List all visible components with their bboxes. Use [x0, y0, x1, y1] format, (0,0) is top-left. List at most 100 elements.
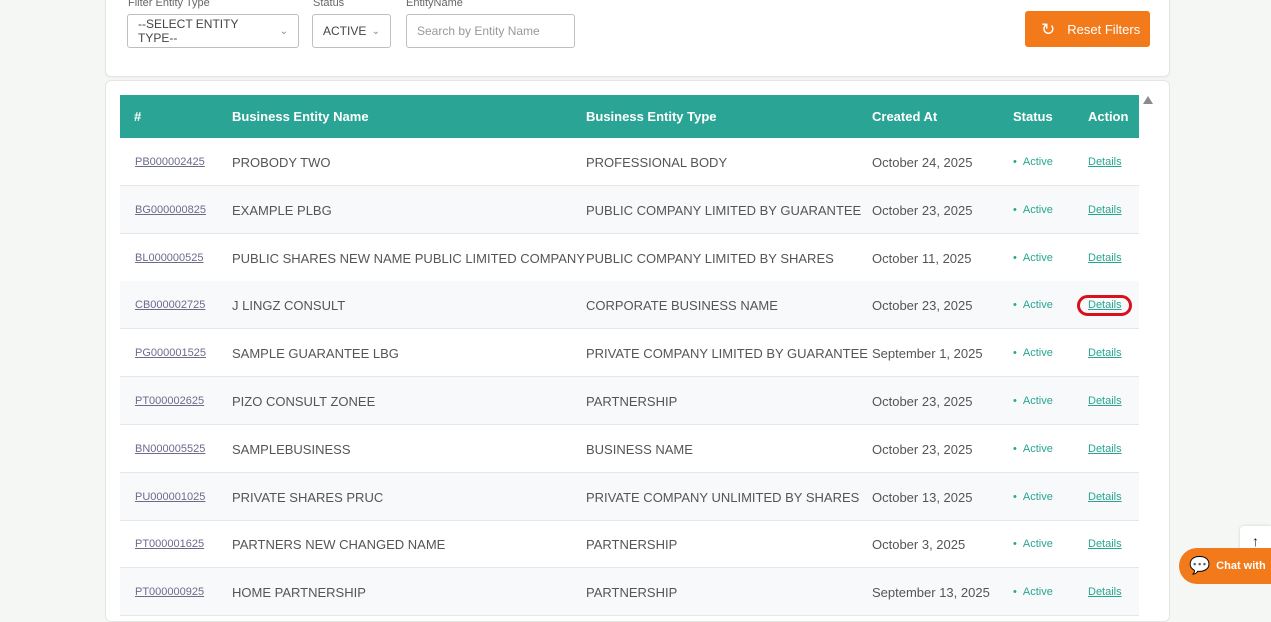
entity-name-search-input[interactable]: Search by Entity Name	[406, 14, 575, 48]
entity-code-link[interactable]: PG000001525	[135, 347, 206, 359]
entity-code-link[interactable]: BN000005525	[135, 443, 205, 455]
details-link[interactable]: Details	[1088, 395, 1122, 407]
header-created-at: Created At	[872, 109, 938, 124]
entity-code-link[interactable]: CB000002725	[135, 299, 205, 311]
entity-type-cell: PRIVATE COMPANY UNLIMITED BY SHARES	[586, 489, 860, 505]
entity-name-cell: SAMPLE GUARANTEE LBG	[232, 346, 399, 362]
table-row: PG000001525 SAMPLE GUARANTEE LBG PRIVATE C…	[120, 329, 1139, 378]
status-dot-icon: •	[1013, 203, 1017, 216]
chat-button[interactable]: 💬 Chat with	[1179, 548, 1271, 584]
chevron-down-icon: ⌄	[371, 25, 380, 37]
status-text: Active	[1022, 299, 1053, 312]
table-header: # Business Entity Name Business Entity T…	[120, 95, 1139, 138]
status-dot-icon: •	[1013, 347, 1017, 360]
entity-type-cell: PARTNERSHIP	[586, 537, 678, 553]
created-at-cell: October 13, 2025	[872, 489, 973, 505]
entity-name-cell: PARTNERS NEW CHANGED NAME	[232, 537, 446, 553]
entity-type-cell: BUSINESS NAME	[586, 441, 693, 457]
status-dot-icon: •	[1013, 586, 1017, 599]
entity-type-value: --SELECT ENTITY TYPE--	[138, 17, 239, 45]
details-link[interactable]: Details	[1088, 252, 1122, 264]
entity-type-select[interactable]: --SELECT ENTITY TYPE-- ⌄	[127, 14, 299, 48]
reset-filters-label: Reset Filters	[1067, 21, 1141, 37]
entity-name-cell: J LINGZ CONSULT	[232, 298, 346, 314]
entity-type-cell: PUBLIC COMPANY LIMITED BY GUARANTEE	[586, 202, 862, 218]
entity-type-cell: PROFESSIONAL BODY	[586, 155, 728, 170]
status-dot-icon: •	[1013, 538, 1017, 551]
status-text: Active	[1022, 395, 1053, 407]
status-text: Active	[1022, 203, 1053, 216]
status-dot-icon: •	[1013, 490, 1017, 503]
details-link[interactable]: Details	[1088, 443, 1122, 455]
details-link[interactable]: Details	[1088, 538, 1122, 550]
entity-type-cell: PARTNERSHIP	[586, 394, 678, 409]
header-action: Action	[1088, 109, 1129, 124]
reset-filters-button[interactable]: ↻ Reset Filters	[1025, 11, 1150, 47]
entity-name-placeholder: Search by Entity Name	[417, 24, 540, 38]
entity-name-cell: SAMPLEBUSINESS	[232, 441, 351, 457]
arrow-up-icon: ↑	[1252, 533, 1259, 549]
table-row: PU000001025 PRIVATE SHARES PRUC PRIVATE CO…	[120, 472, 1139, 521]
entity-type-cell: CORPORATE BUSINESS NAME	[586, 298, 778, 314]
table-row: PT000000925 HOME PARTNERSHIP PARTNERSHIP Se…	[120, 568, 1139, 617]
created-at-cell: October 23, 2025	[872, 298, 973, 314]
chevron-down-icon: ⌄	[279, 25, 288, 37]
status-dot-icon: •	[1013, 442, 1017, 455]
table-row: BL000000525 PUBLIC SHARES NEW NAME PUBLIC…	[120, 234, 1139, 282]
entity-name-cell: PUBLIC SHARES NEW NAME PUBLIC LIMITED CO…	[232, 250, 585, 266]
status-badge: • Active	[1013, 156, 1053, 168]
details-link[interactable]: Details	[1088, 204, 1122, 216]
status-text: Active	[1022, 156, 1053, 168]
entity-name-cell: PRIVATE SHARES PRUC	[232, 489, 384, 505]
status-badge: • Active	[1013, 491, 1053, 503]
status-dot-icon: •	[1013, 299, 1017, 312]
status-value: ACTIVE	[323, 24, 367, 38]
status-badge: • Active	[1013, 586, 1053, 598]
entity-type-cell: PRIVATE COMPANY LIMITED BY GUARANTEE	[586, 346, 868, 362]
status-label: Status	[313, 0, 345, 9]
details-link[interactable]: Details	[1088, 156, 1122, 168]
status-dot-icon: •	[1013, 251, 1017, 264]
status-badge: • Active	[1013, 538, 1053, 550]
header-entity-name: Business Entity Name	[232, 109, 369, 124]
status-badge: • Active	[1013, 204, 1053, 216]
created-at-cell: October 11, 2025	[872, 250, 972, 266]
details-link[interactable]: Details	[1088, 347, 1122, 359]
status-dot-icon: •	[1013, 395, 1017, 407]
status-text: Active	[1022, 538, 1053, 551]
entity-code-link[interactable]: BG000000825	[135, 204, 206, 216]
entity-code-link[interactable]: PB000002425	[135, 156, 205, 168]
created-at-cell: October 23, 2025	[872, 394, 973, 409]
entity-code-link[interactable]: PU000001025	[135, 491, 205, 503]
entity-code-link[interactable]: BL000000525	[135, 252, 204, 264]
table-row: BG000000825 EXAMPLE PLBG PUBLIC COMPANY LI…	[120, 185, 1139, 234]
entity-name-cell: PIZO CONSULT ZONEE	[232, 394, 376, 409]
table-row: BN000005525 SAMPLEBUSINESS BUSINESS NAME Oc…	[120, 425, 1139, 473]
status-text: Active	[1022, 490, 1053, 503]
sort-up-icon[interactable]	[1143, 96, 1153, 104]
entity-type-cell: PUBLIC COMPANY LIMITED BY SHARES	[586, 250, 834, 266]
status-badge: • Active	[1013, 299, 1053, 311]
status-text: Active	[1022, 347, 1053, 360]
header-status: Status	[1013, 109, 1053, 124]
table-row: PT000002625 PIZO CONSULT ZONEE PARTNERSHIP…	[120, 377, 1139, 425]
entity-code-link[interactable]: PT000000925	[135, 586, 204, 598]
status-dot-icon: •	[1013, 156, 1017, 168]
entity-name-cell: EXAMPLE PLBG	[232, 202, 332, 218]
entity-code-link[interactable]: PT000001625	[135, 538, 204, 550]
entity-code-link[interactable]: PT000002625	[135, 395, 204, 407]
created-at-cell: October 3, 2025	[872, 537, 966, 553]
refresh-icon: ↻	[1041, 19, 1056, 39]
status-badge: • Active	[1013, 347, 1053, 359]
status-badge: • Active	[1013, 395, 1053, 407]
created-at-cell: October 23, 2025	[872, 202, 973, 218]
chat-icon: 💬	[1189, 556, 1211, 575]
created-at-cell: October 23, 2025	[872, 441, 973, 457]
table-row: CB000002725 J LINGZ CONSULT CORPORATE BUSI…	[120, 281, 1139, 330]
highlight-circle	[1077, 295, 1132, 316]
details-link[interactable]: Details	[1088, 491, 1122, 503]
created-at-cell: October 24, 2025	[872, 155, 973, 170]
details-link[interactable]: Details	[1088, 586, 1122, 598]
status-text: Active	[1022, 442, 1053, 455]
status-select[interactable]: ACTIVE ⌄	[312, 14, 391, 48]
